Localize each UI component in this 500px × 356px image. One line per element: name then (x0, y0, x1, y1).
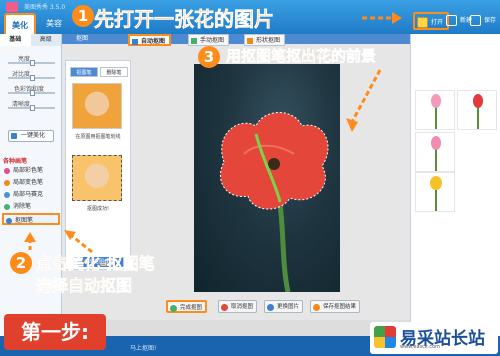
site-logo-icon (374, 326, 396, 348)
watermark: 易采站长站 www.easck.com (370, 322, 498, 354)
annotation-arrows (24, 12, 402, 254)
watermark-url: www.easck.com (400, 344, 441, 350)
arrow-head (392, 12, 402, 24)
arrow-head (64, 230, 76, 240)
arrow-head (346, 118, 358, 132)
step-label: 第一步: (4, 314, 106, 350)
arrow-to-auto (71, 234, 93, 254)
arrow-to-flower (350, 69, 382, 123)
arrow-head (24, 232, 36, 242)
